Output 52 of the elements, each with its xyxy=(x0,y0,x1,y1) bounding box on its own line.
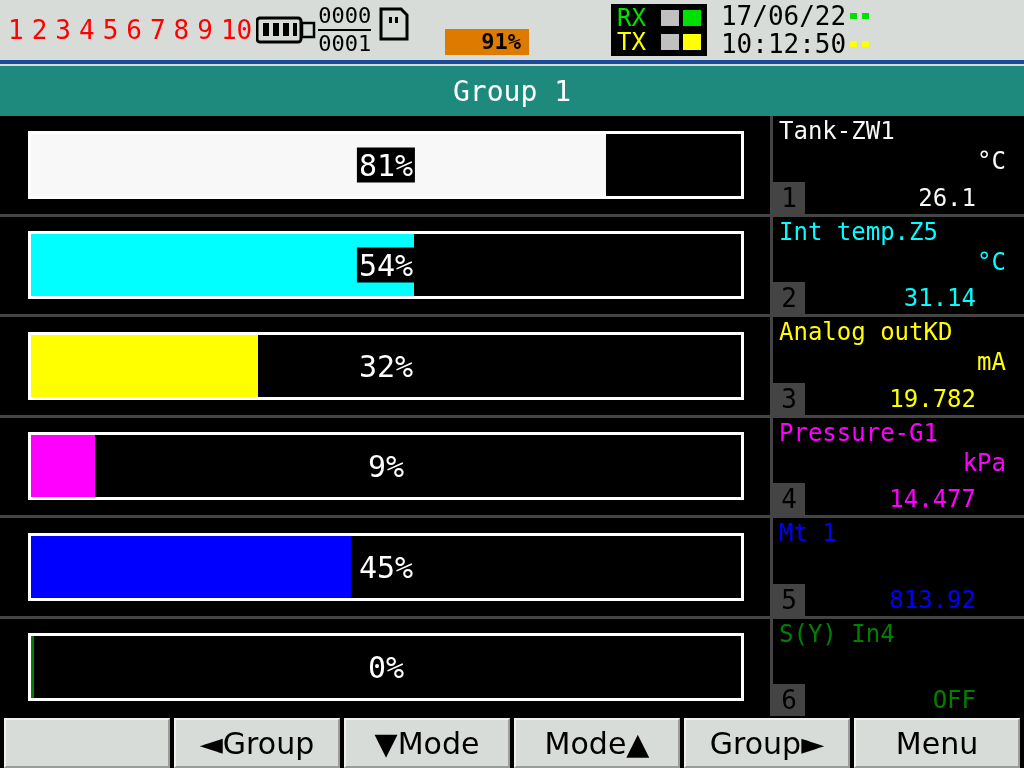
channel-name: S(Y) In4 xyxy=(778,618,896,649)
channel-value: 813.92 xyxy=(888,584,977,616)
dash-icon xyxy=(850,41,871,47)
bar-percent: 54% xyxy=(356,247,416,283)
channel-name: Int temp.Z5 xyxy=(778,216,939,247)
channel-value: 14.477 xyxy=(888,484,977,515)
channel-number: 1 xyxy=(8,15,24,45)
channel-name: Tank-ZW1 xyxy=(778,116,896,146)
bar-percent: 81% xyxy=(356,147,416,183)
channel-number: 2 xyxy=(31,15,48,45)
channel-unit: °C xyxy=(976,146,1007,176)
channel-number: 9 xyxy=(197,15,213,45)
channel-name: Pressure-G1 xyxy=(778,417,939,448)
softkey-button[interactable]: ◄Group xyxy=(174,718,340,768)
softkey-button[interactable]: ▼Mode xyxy=(344,718,510,768)
usb-icon xyxy=(256,16,317,44)
channel-index: 1 xyxy=(773,181,805,214)
channel-unit: mA xyxy=(976,347,1007,377)
channel-value: OFF xyxy=(931,685,977,716)
channel-name: Mt 1 xyxy=(778,518,838,548)
group-title: Group 1 xyxy=(0,64,1024,116)
channel-number: 7 xyxy=(149,15,166,45)
channel-name: Analog outKD xyxy=(778,317,954,347)
file-counter: 0001 xyxy=(318,29,372,57)
channel-value: 31.14 xyxy=(902,283,977,314)
channel-number: 3 xyxy=(55,15,71,45)
date: 17/06/22 xyxy=(720,2,847,30)
channel-index: 2 xyxy=(773,282,805,314)
channel-index: 4 xyxy=(773,483,805,515)
dash-icon xyxy=(850,13,871,19)
time: 10:12:50 xyxy=(720,30,847,58)
channel-number: 5 xyxy=(102,15,119,45)
channel-number: 6 xyxy=(126,15,142,45)
softkey-button[interactable]: Group► xyxy=(684,718,850,768)
blank-softkey-button[interactable] xyxy=(4,718,170,768)
channel-value: 19.782 xyxy=(888,383,977,415)
channel-index: 3 xyxy=(773,382,805,415)
channel-unit: kPa xyxy=(961,447,1007,478)
softkey-button[interactable]: Menu xyxy=(854,718,1020,768)
memory-usage: 91% xyxy=(445,29,529,55)
rx-label: RX xyxy=(616,6,647,30)
softkey-button[interactable]: Mode▲ xyxy=(514,718,680,768)
tx-label: TX xyxy=(616,30,647,54)
channel-index: 5 xyxy=(773,583,805,616)
channel-number: 8 xyxy=(173,15,190,45)
file-counter: 0000 xyxy=(318,3,372,29)
channel-number: 10 xyxy=(220,15,253,45)
channel-number: 4 xyxy=(78,15,95,45)
channel-index: 6 xyxy=(773,684,805,716)
channel-unit: °C xyxy=(976,246,1007,277)
sd-card-icon xyxy=(379,7,410,41)
channel-value: 26.1 xyxy=(917,182,977,214)
